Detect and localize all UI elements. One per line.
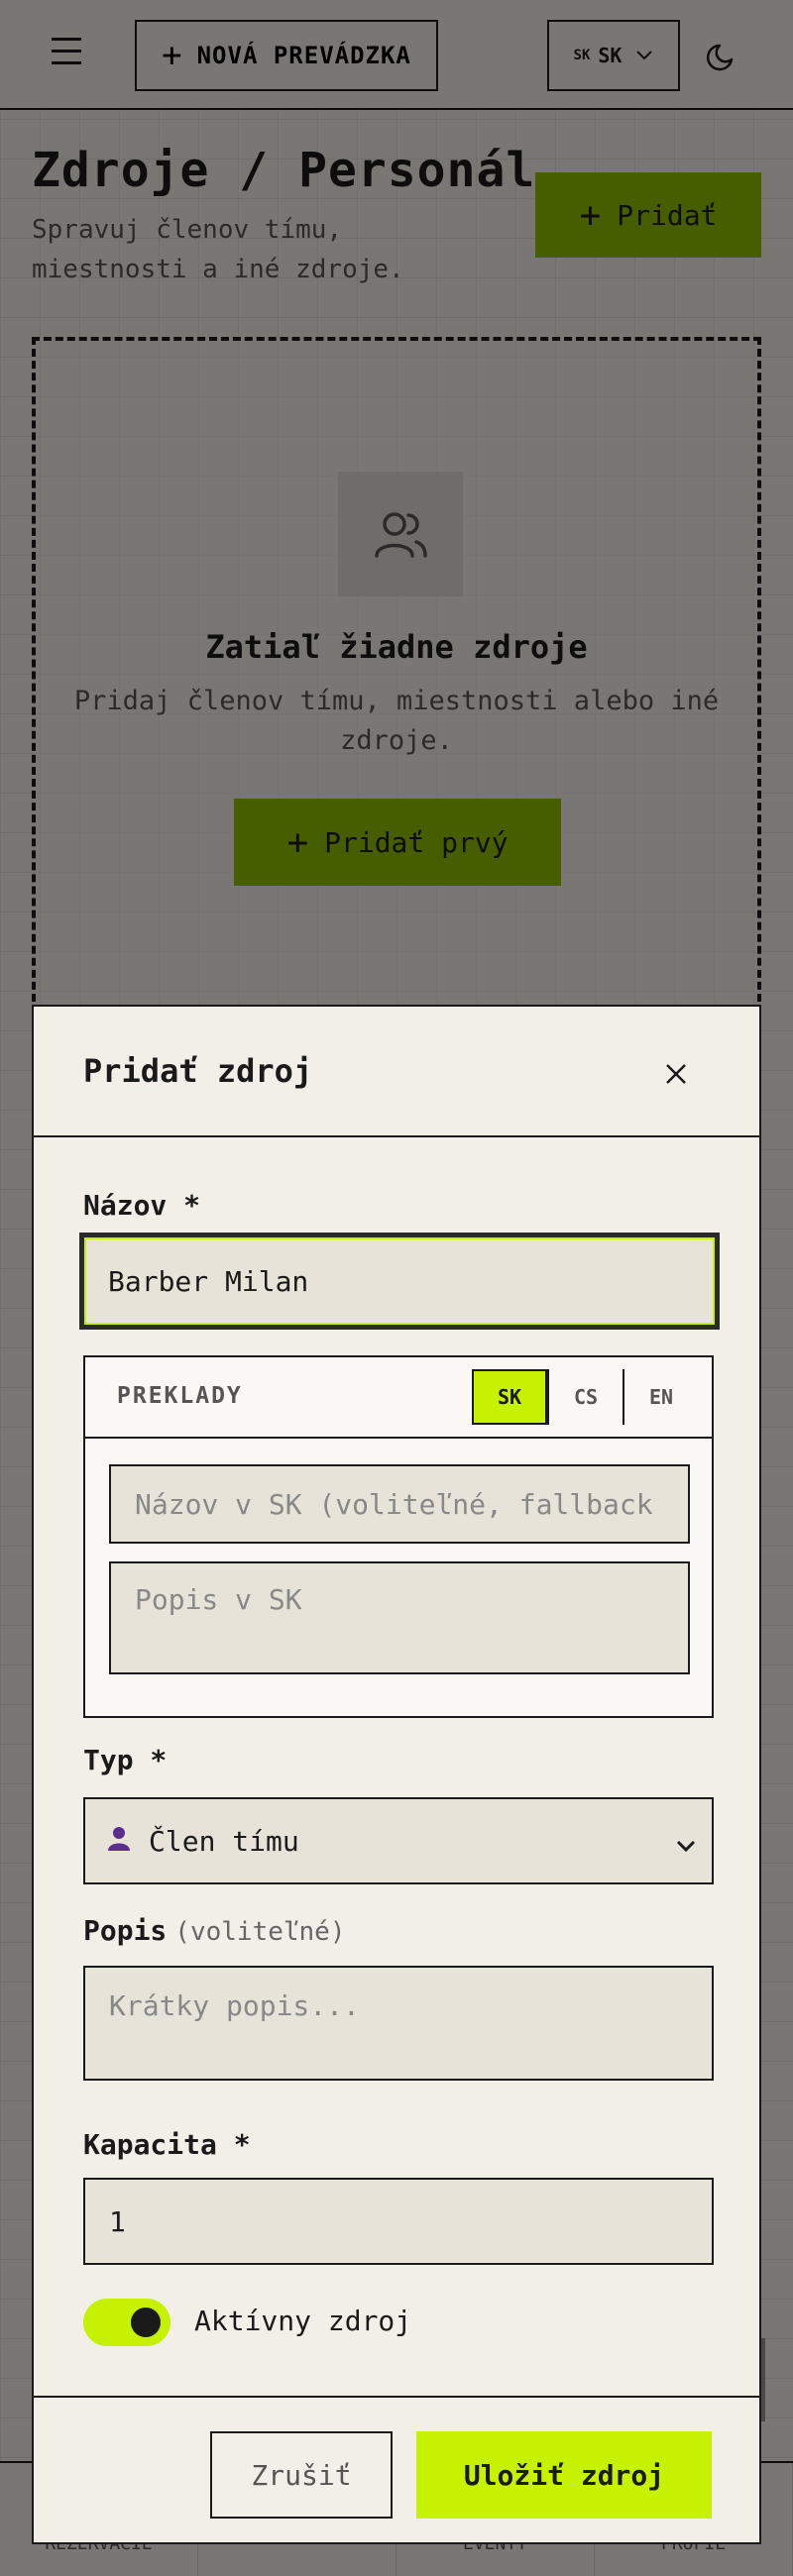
cancel-button[interactable]: Zrušiť: [210, 2431, 393, 2519]
description-optional: (voliteľné): [174, 1917, 346, 1947]
active-toggle-label: Aktívny zdroj: [194, 2305, 412, 2337]
translations-header: PREKLADY SK CS EN: [85, 1357, 712, 1439]
modal-footer: Zrušiť Uložiť zdroj: [34, 2396, 759, 2544]
translations-label: PREKLADY: [117, 1383, 243, 1409]
description-input[interactable]: Krátky popis...: [83, 1966, 714, 2081]
chevron-down-icon: [676, 1827, 696, 1860]
name-input-value: Barber Milan: [108, 1264, 309, 1298]
tab-cs[interactable]: CS: [547, 1369, 623, 1425]
translation-name-input[interactable]: Názov v SK (voliteľné, fallback: [109, 1464, 690, 1544]
capacity-input[interactable]: 1: [83, 2178, 714, 2265]
tab-sk[interactable]: SK: [472, 1369, 547, 1425]
capacity-label: Kapacita *: [83, 2128, 251, 2161]
type-label: Typ *: [83, 1744, 168, 1776]
toggle-knob: [131, 2308, 161, 2337]
active-toggle[interactable]: [83, 2299, 170, 2346]
name-input[interactable]: Barber Milan: [79, 1233, 720, 1330]
name-label: Názov *: [83, 1189, 201, 1222]
type-select-value: Člen tímu: [149, 1824, 299, 1858]
add-resource-modal: Pridať zdroj Názov * Barber Milan PREKLA…: [32, 1005, 761, 2544]
description-label: Popis (voliteľné): [83, 1914, 345, 1947]
modal-header: Pridať zdroj: [34, 1007, 759, 1137]
translation-tabs: SK CS EN: [472, 1369, 698, 1425]
tab-en[interactable]: EN: [623, 1369, 698, 1425]
translation-name-placeholder: Názov v SK (voliteľné, fallback: [135, 1487, 653, 1521]
description-label-text: Popis: [83, 1914, 168, 1947]
person-icon: [105, 1824, 133, 1859]
capacity-value: 1: [109, 2204, 126, 2238]
translation-description-input[interactable]: Popis v SK: [109, 1561, 690, 1674]
translation-description-placeholder: Popis v SK: [135, 1583, 302, 1616]
type-select[interactable]: Člen tímu: [83, 1797, 714, 1884]
close-icon[interactable]: [656, 1054, 696, 1094]
translations-panel: PREKLADY SK CS EN Názov v SK (voliteľné,…: [83, 1355, 714, 1718]
description-placeholder: Krátky popis...: [109, 1989, 360, 2022]
modal-title: Pridať zdroj: [83, 1052, 313, 1090]
save-button[interactable]: Uložiť zdroj: [416, 2431, 712, 2519]
